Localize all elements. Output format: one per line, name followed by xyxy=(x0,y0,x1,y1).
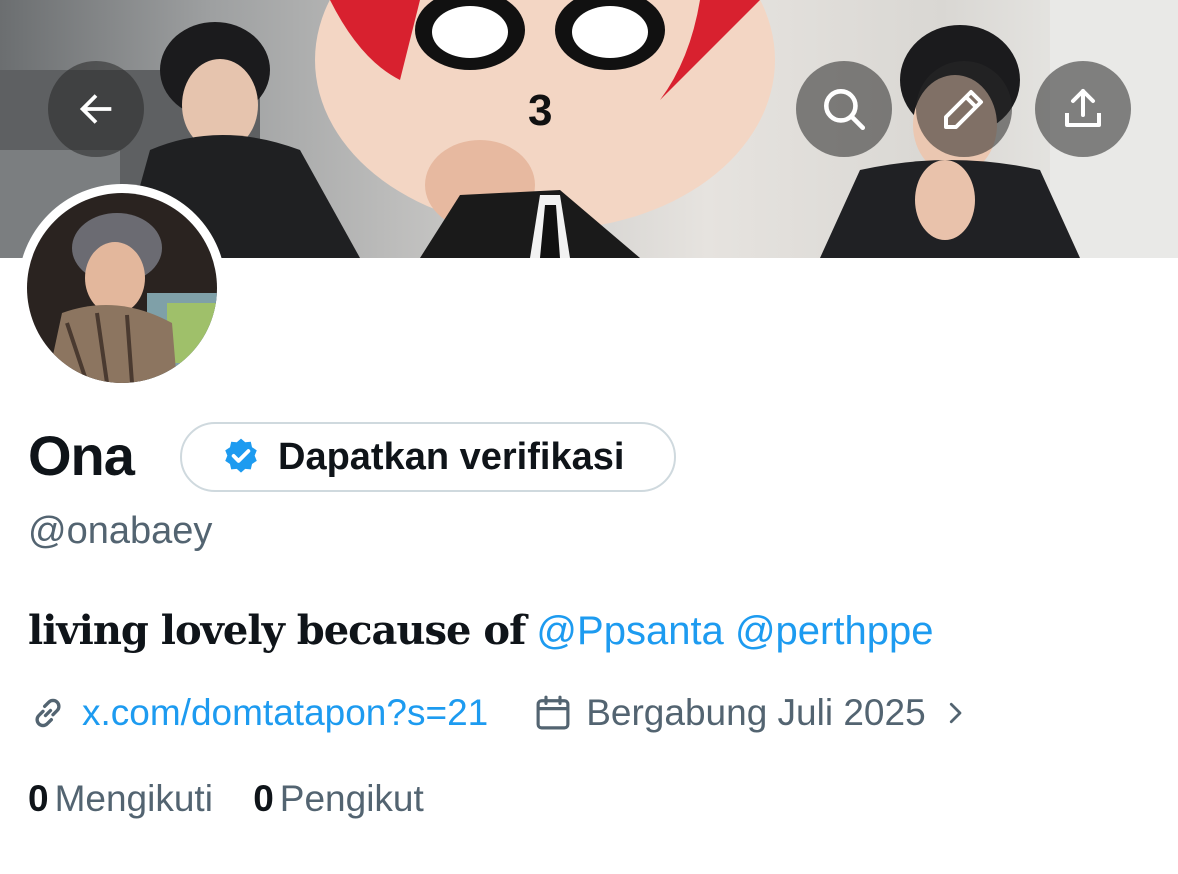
profile-meta: x.com/domtatapon?s=21 Bergabung Juli 202… xyxy=(28,688,970,738)
verified-badge-icon xyxy=(225,438,257,473)
link-icon xyxy=(35,698,61,728)
avatar[interactable] xyxy=(18,184,226,392)
follow-stats: 0 Mengikuti 0 Pengikut xyxy=(28,774,424,824)
get-verified-button[interactable]: Dapatkan verifikasi xyxy=(180,422,676,492)
avatar-photo xyxy=(27,193,217,383)
followers-label: Pengikut xyxy=(279,778,424,819)
edit-button[interactable] xyxy=(916,61,1012,157)
avatar-image xyxy=(27,193,217,383)
profile-name: Ona xyxy=(28,424,135,487)
arrow-left-icon xyxy=(79,94,112,124)
bio-mention-perthppe[interactable]: @perthppe xyxy=(735,609,934,653)
chevron-right-icon[interactable] xyxy=(940,698,970,728)
mascot-mouth-text: 3 xyxy=(528,86,552,135)
following-label: Mengikuti xyxy=(54,778,213,819)
joined-date[interactable]: Bergabung Juli 2025 xyxy=(586,692,925,734)
search-icon xyxy=(824,89,866,131)
pencil-icon xyxy=(944,90,983,129)
search-button[interactable] xyxy=(796,61,892,157)
bio-mention-ppsanta[interactable]: @Ppsanta xyxy=(536,609,723,653)
get-verified-label: Dapatkan verifikasi xyxy=(278,435,625,478)
profile-handle: @onabaey xyxy=(28,510,213,552)
share-upload-icon xyxy=(1065,89,1101,127)
bio-text: living lovely because of xyxy=(28,607,526,654)
website-link[interactable]: x.com/domtatapon?s=21 xyxy=(82,692,488,734)
followers-count: 0 xyxy=(253,778,274,819)
following-count: 0 xyxy=(28,778,49,819)
following-link[interactable]: 0 Mengikuti xyxy=(28,778,223,819)
share-button[interactable] xyxy=(1035,61,1131,157)
profile-bio: living lovely because of @Ppsanta @perth… xyxy=(28,604,933,658)
back-button[interactable] xyxy=(48,61,144,157)
followers-link[interactable]: 0 Pengikut xyxy=(253,778,424,819)
calendar-icon xyxy=(536,695,570,730)
